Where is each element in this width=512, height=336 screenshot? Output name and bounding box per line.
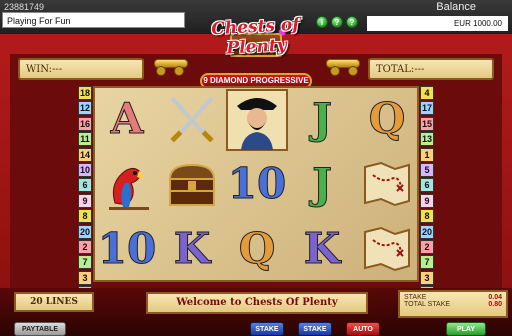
stake-value: 0.04 xyxy=(488,294,502,301)
reel-grid: A 10 K 10 Q J J K Q xyxy=(93,86,419,282)
payline-17-indicator[interactable]: 17 xyxy=(420,101,434,116)
reel-3-row-2: 10 xyxy=(225,153,289,217)
reel-1-row-1: A xyxy=(95,88,159,152)
play-mode-field: Playing For Fun xyxy=(2,12,185,28)
payline-20-indicator[interactable]: 20 xyxy=(420,224,434,239)
payline-5-indicator[interactable]: 5 xyxy=(420,162,434,177)
symbol-q: Q xyxy=(238,224,276,274)
reel-4-row-1: J xyxy=(290,88,354,152)
payline-9-indicator[interactable]: 9 xyxy=(420,193,434,208)
reel-5-row-1: Q xyxy=(355,88,419,152)
payline-20-indicator[interactable]: 20 xyxy=(78,224,92,239)
payline-16-indicator[interactable]: 16 xyxy=(78,116,92,131)
payline-3-indicator[interactable]: 3 xyxy=(420,270,434,285)
symbol-k: K xyxy=(303,224,341,274)
payline-1-indicator[interactable]: 1 xyxy=(420,147,434,162)
treasure-map-icon xyxy=(364,161,410,207)
symbol-q: Q xyxy=(368,94,406,144)
reel-4-row-3: K xyxy=(290,218,354,282)
symbol-k: K xyxy=(173,224,211,274)
payline-indicators-right: 417151315698202735 xyxy=(420,86,434,301)
payline-2-indicator[interactable]: 2 xyxy=(420,239,434,254)
treasure-chest-icon xyxy=(168,163,216,206)
payline-4-indicator[interactable]: 4 xyxy=(420,86,434,100)
reel-1-row-3: 10 xyxy=(95,218,159,282)
pirate-captain-icon xyxy=(226,89,288,151)
payline-11-indicator[interactable]: 11 xyxy=(78,132,92,147)
play-button[interactable]: PLAY xyxy=(446,322,486,336)
payline-10-indicator[interactable]: 10 xyxy=(78,162,92,177)
reel-5-row-3 xyxy=(355,218,419,282)
reel-1-row-2 xyxy=(95,153,159,217)
payline-6-indicator[interactable]: 6 xyxy=(420,178,434,193)
symbol-10: 10 xyxy=(227,159,287,209)
session-id: 23881749 xyxy=(4,2,45,12)
payline-14-indicator[interactable]: 14 xyxy=(78,147,92,162)
auto-play-button[interactable]: AUTO xyxy=(346,322,380,336)
total-stake-value: 0.80 xyxy=(488,301,502,308)
payline-13-indicator[interactable]: 13 xyxy=(420,132,434,147)
balance-title: Balance xyxy=(436,1,476,13)
balance-value: EUR 1000.00 xyxy=(367,16,508,31)
payline-indicators-left: 1812161114106982027319 xyxy=(78,86,92,301)
reel-3-row-3: Q xyxy=(225,218,289,282)
payline-7-indicator[interactable]: 7 xyxy=(78,255,92,270)
stake-panel: STAKE 0.04 TOTAL STAKE 0.80 xyxy=(398,290,508,318)
reel-3-row-1 xyxy=(225,88,289,152)
payline-12-indicator[interactable]: 12 xyxy=(78,101,92,116)
crossed-swords-icon xyxy=(170,96,214,143)
payline-9-indicator[interactable]: 9 xyxy=(78,193,92,208)
stake-label: STAKE xyxy=(404,294,427,301)
treasure-map-icon xyxy=(364,226,410,272)
stake-up-button[interactable]: STAKE xyxy=(298,322,332,336)
payline-3-indicator[interactable]: 3 xyxy=(78,270,92,285)
total-stake-label: TOTAL STAKE xyxy=(404,301,451,308)
win-display: WIN:--- xyxy=(18,58,144,80)
symbol-10: 10 xyxy=(97,224,157,274)
reel-5-row-2 xyxy=(355,153,419,217)
parrot-icon xyxy=(109,167,149,210)
payline-15-indicator[interactable]: 15 xyxy=(420,116,434,131)
welcome-message: Welcome to Chests Of Plenty xyxy=(146,292,368,314)
reel-4-row-2: J xyxy=(290,153,354,217)
help-button-2[interactable]: ? xyxy=(346,16,358,28)
help-button[interactable]: ? xyxy=(331,16,343,28)
stake-down-button[interactable]: STAKE xyxy=(250,322,284,336)
symbol-j: J xyxy=(312,94,333,144)
total-display: TOTAL:--- xyxy=(368,58,494,80)
payline-2-indicator[interactable]: 2 xyxy=(78,239,92,254)
reel-2-row-1 xyxy=(160,88,224,152)
symbol-a: A xyxy=(110,94,144,144)
payline-6-indicator[interactable]: 6 xyxy=(78,178,92,193)
cannon-icon xyxy=(150,56,192,76)
lines-count: 20 LINES xyxy=(14,292,94,312)
payline-7-indicator[interactable]: 7 xyxy=(420,255,434,270)
paytable-button[interactable]: PAYTABLE xyxy=(14,322,66,336)
payline-8-indicator[interactable]: 8 xyxy=(78,209,92,224)
payline-18-indicator[interactable]: 18 xyxy=(78,86,92,100)
symbol-j: J xyxy=(312,159,333,209)
game-logo: Chests of Plenty xyxy=(185,14,327,59)
payline-8-indicator[interactable]: 8 xyxy=(420,209,434,224)
logo-text: Chests of Plenty xyxy=(210,14,301,59)
cannon-icon xyxy=(322,56,364,76)
reel-2-row-2 xyxy=(160,153,224,217)
reel-2-row-3: K xyxy=(160,218,224,282)
